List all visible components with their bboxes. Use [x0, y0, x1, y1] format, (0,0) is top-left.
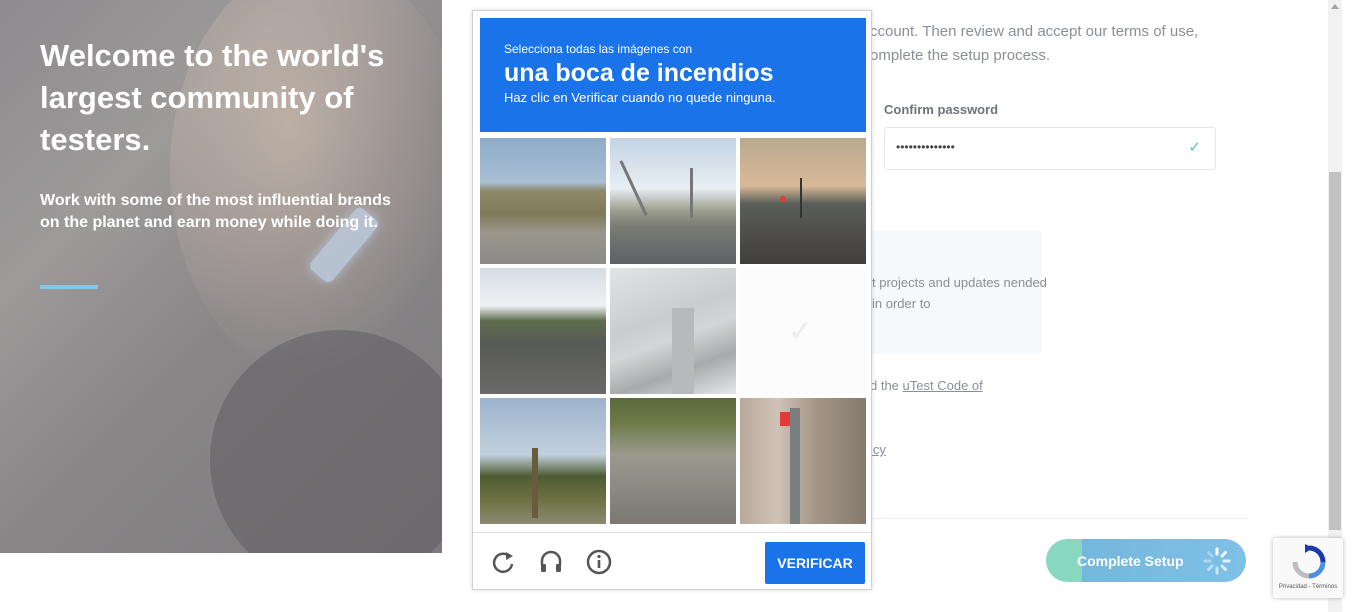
hero-background-figure	[210, 330, 442, 553]
page: Welcome to the world's largest community…	[0, 0, 1360, 612]
captcha-tile-8[interactable]	[610, 398, 736, 524]
captcha-tile-7[interactable]	[480, 398, 606, 524]
captcha-hint: Haz clic en Verificar cuando no quede ni…	[504, 90, 776, 105]
confirm-password-value: ••••••••••••••	[896, 140, 955, 154]
code-prefix: d the	[870, 378, 903, 393]
scrollbar-thumb[interactable]	[1329, 172, 1341, 530]
hero-title: Welcome to the world's largest community…	[40, 38, 385, 157]
confirm-password-label: Confirm password	[884, 102, 999, 117]
verify-button[interactable]: VERIFICAR	[765, 542, 865, 584]
recaptcha-badge[interactable]: Privacidad - Términos	[1273, 538, 1343, 598]
confirm-password-field[interactable]: •••••••••••••• ✓	[884, 127, 1216, 170]
recaptcha-links[interactable]: Privacidad - Términos	[1273, 584, 1343, 590]
form-intro-text: ccount. Then review and accept our terms…	[870, 23, 1199, 64]
reload-icon[interactable]	[489, 548, 517, 576]
loading-spinner-icon	[1203, 547, 1231, 575]
recaptcha-logo-icon	[1292, 544, 1326, 579]
accent-line	[40, 285, 98, 289]
divider	[842, 518, 1248, 519]
captcha-tile-3[interactable]	[740, 138, 866, 264]
selected-check-icon: ✓	[788, 315, 814, 348]
captcha-tile-5[interactable]	[610, 268, 736, 394]
scrollbar[interactable]	[1328, 0, 1342, 612]
code-of-conduct-text: d the uTest Code of	[870, 378, 983, 393]
captcha-target-object: una boca de incendios	[504, 59, 774, 87]
captcha-footer-divider	[473, 532, 871, 533]
scroll-up-arrow-icon[interactable]	[1331, 4, 1339, 9]
privacy-policy-link[interactable]: icy	[870, 442, 886, 457]
captcha-tile-4[interactable]	[480, 268, 606, 394]
captcha-tile-6-selected[interactable]: ✓	[740, 268, 866, 394]
info-icon[interactable]	[585, 548, 613, 576]
hero-subtitle: Work with some of the most influential b…	[40, 192, 391, 231]
info-text: t projects and updates nended in order t…	[872, 275, 1047, 311]
audio-icon[interactable]	[537, 548, 565, 576]
captcha-tile-2[interactable]	[610, 138, 736, 264]
captcha-instruction: Selecciona todas las imágenes con	[504, 42, 693, 56]
hero-panel: Welcome to the world's largest community…	[0, 0, 442, 553]
captcha-tile-9[interactable]	[740, 398, 866, 524]
captcha-tile-1[interactable]	[480, 138, 606, 264]
code-of-conduct-link[interactable]: uTest Code of	[903, 378, 983, 393]
captcha-challenge: Selecciona todas las imágenes con una bo…	[472, 10, 872, 590]
captcha-header: Selecciona todas las imágenes con una bo…	[480, 18, 866, 132]
check-icon: ✓	[1188, 139, 1201, 156]
